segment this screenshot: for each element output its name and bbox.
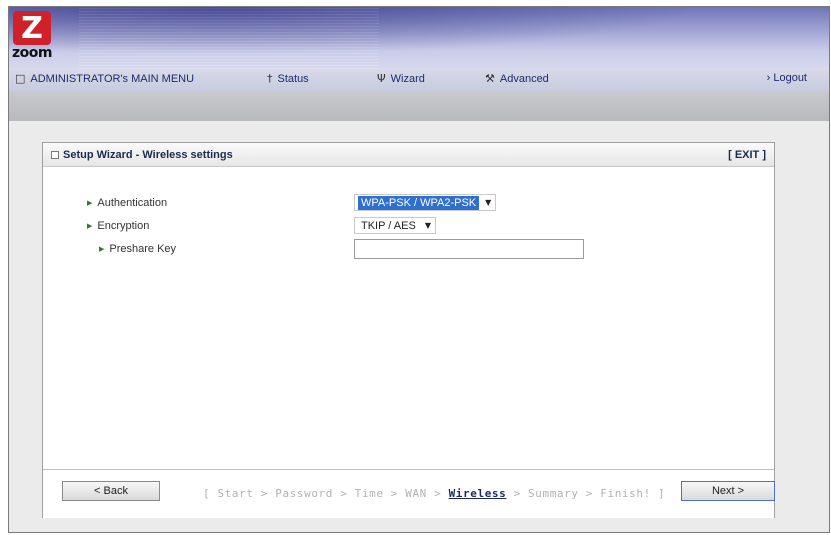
person-icon: † [267, 72, 273, 85]
steps-before: [ Start > Password > Time > WAN > [203, 487, 449, 500]
next-button[interactable]: Next > [681, 481, 775, 501]
preshare-key-label: Preshare Key [109, 243, 177, 255]
encryption-label: Encryption [97, 220, 150, 232]
exit-link[interactable]: [ EXIT ] [728, 149, 766, 161]
nav-advanced[interactable]: ⚒ Advanced [485, 72, 549, 85]
zoom-logo[interactable]: Z zoom [9, 7, 69, 67]
browser-frame: Z zoom □ ADMINISTRATOR's MAIN MENU † Sta… [8, 6, 830, 533]
encryption-row-label: ▶ Encryption [87, 220, 149, 232]
nav-status-label: Status [277, 72, 309, 85]
nav-wizard[interactable]: Ψ Wizard [377, 72, 425, 85]
steps-current: Wireless [448, 487, 507, 500]
header-banner [9, 7, 829, 69]
encryption-value: TKIP / AES [361, 219, 416, 232]
wizard-panel: Setup Wizard - Wireless settings [ EXIT … [42, 142, 775, 518]
panel-square-icon [51, 151, 59, 159]
preshare-key-row-label: ▶ Preshare Key [99, 243, 176, 255]
nav-advanced-label: Advanced [499, 72, 549, 85]
main-nav-bar: □ ADMINISTRATOR's MAIN MENU † Status Ψ W… [9, 69, 829, 91]
dropdown-arrow-icon: ▼ [485, 198, 492, 207]
panel-title: Setup Wizard - Wireless settings [63, 149, 233, 161]
panel-header: Setup Wizard - Wireless settings [ EXIT … [43, 143, 774, 167]
back-button[interactable]: < Back [62, 481, 160, 501]
steps-after: > Summary > Finish! ] [506, 487, 666, 500]
encryption-select[interactable]: TKIP / AES ▼ [354, 217, 436, 234]
wizard-steps: [ Start > Password > Time > WAN > Wirele… [203, 487, 665, 500]
authentication-value: WPA-PSK / WPA2-PSK [358, 195, 480, 210]
nav-logout[interactable]: › Logout [767, 72, 807, 84]
authentication-row-label: ▶ Authentication [87, 197, 167, 209]
square-icon: □ [15, 72, 26, 85]
nav-wizard-label: Wizard [390, 72, 425, 85]
logo-word: zoom [12, 45, 52, 61]
nav-main-menu[interactable]: □ ADMINISTRATOR's MAIN MENU [15, 72, 194, 85]
bullet-arrow-icon: ▶ [87, 199, 93, 207]
wizard-footer: < Back [ Start > Password > Time > WAN >… [43, 469, 775, 518]
bullet-arrow-icon: ▶ [87, 222, 93, 230]
tools-icon: ⚒ [485, 72, 495, 85]
toolbar-strip [9, 91, 829, 121]
authentication-label: Authentication [97, 197, 168, 209]
nav-logout-label: › Logout [766, 72, 807, 84]
wand-icon: Ψ [377, 72, 386, 85]
nav-status[interactable]: † Status [267, 72, 309, 85]
nav-main-menu-label: ADMINISTRATOR's MAIN MENU [30, 72, 195, 85]
preshare-key-input[interactable] [354, 239, 584, 259]
bullet-arrow-icon: ▶ [99, 245, 105, 253]
authentication-select[interactable]: WPA-PSK / WPA2-PSK ▼ [354, 194, 497, 211]
dropdown-arrow-icon: ▼ [424, 221, 431, 230]
logo-mark: Z [13, 11, 51, 46]
